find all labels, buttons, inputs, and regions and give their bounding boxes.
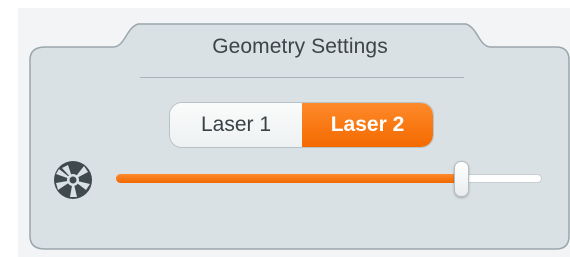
- laser-1-segment[interactable]: Laser 1: [170, 103, 302, 147]
- laser-2-segment[interactable]: Laser 2: [302, 103, 433, 147]
- slider-thumb[interactable]: [454, 161, 469, 197]
- aperture-icon: [54, 161, 92, 199]
- title-divider: [140, 77, 464, 78]
- panel-title: Geometry Settings: [212, 35, 388, 58]
- aperture-slider[interactable]: [116, 160, 544, 200]
- slider-fill: [116, 174, 461, 183]
- geometry-settings-view: Geometry Settings Laser 1 Laser 2: [0, 0, 570, 257]
- laser-selector: Laser 1 Laser 2: [169, 102, 434, 148]
